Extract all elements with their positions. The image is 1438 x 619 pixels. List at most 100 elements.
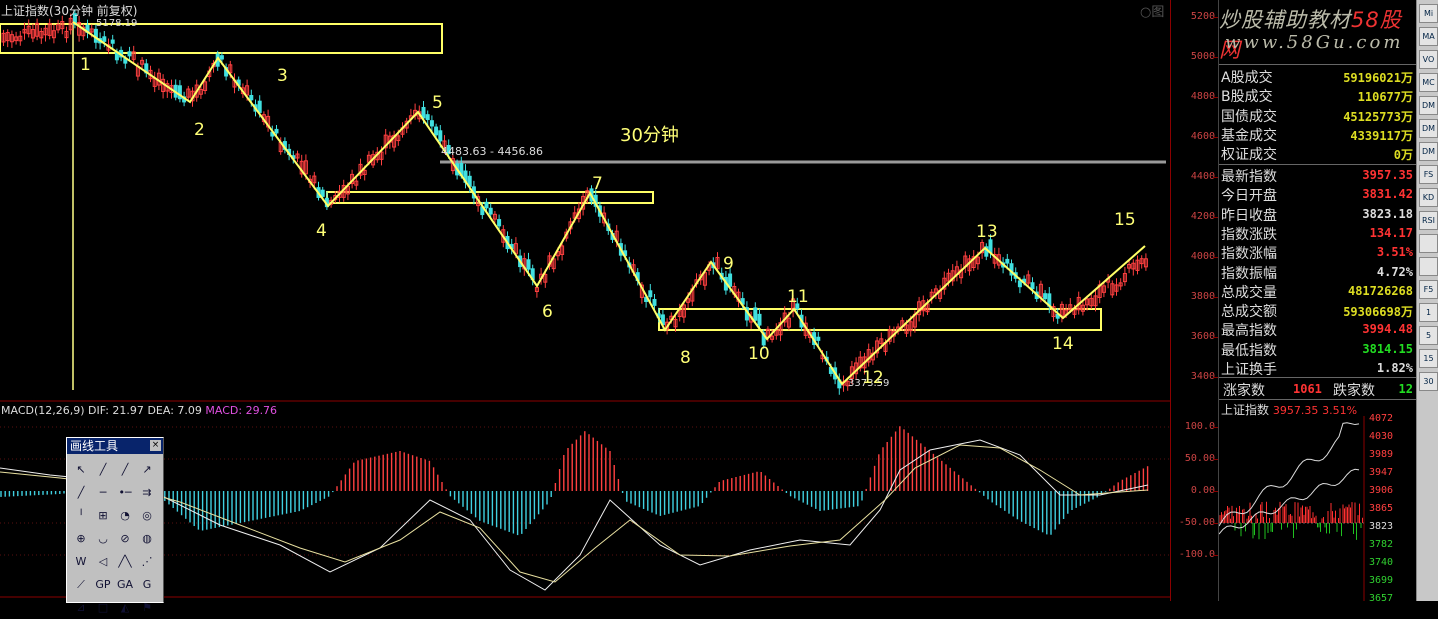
toolbar-button[interactable]: 1: [1419, 303, 1438, 322]
toolbar-button[interactable]: MC: [1419, 73, 1438, 92]
horizontal-line-icon[interactable]: ─: [92, 482, 114, 504]
kline-chart-area[interactable]: 上证指数(30分钟 前复权) ○图 5178.19 4483.63 - 4456…: [0, 0, 1170, 614]
chart-title: 上证指数(30分钟 前复权): [1, 4, 138, 18]
range-label: 4483.63 - 4456.86: [441, 145, 543, 158]
macd-dif: DIF: 21.97: [88, 404, 144, 417]
mini-axis-label: 3657: [1369, 593, 1394, 604]
wedge-icon[interactable]: ⊿: [70, 597, 92, 619]
fan-icon[interactable]: ⋰: [136, 551, 158, 573]
mini-axis-label: 4072: [1369, 413, 1394, 424]
decline-count: 12: [1398, 382, 1413, 396]
stat-label: 基金成交: [1221, 127, 1277, 144]
macd-dea: DEA: 7.09: [147, 404, 202, 417]
stat-row: 指数涨幅 3.51%: [1219, 243, 1417, 262]
toolbar-button[interactable]: [1419, 234, 1438, 253]
wave-label-2: 2: [194, 120, 205, 140]
stat-label: 最低指数: [1221, 342, 1277, 359]
gp-icon[interactable]: GP: [92, 574, 114, 596]
vertical-line-icon[interactable]: ╵: [70, 505, 92, 527]
toolbar-button[interactable]: 30: [1419, 372, 1438, 391]
stat-value: 3823.18: [1362, 206, 1413, 221]
stat-value: 134.17: [1369, 225, 1413, 240]
stat-label: 最高指数: [1221, 323, 1277, 340]
macd-name: MACD(12,26,9): [1, 404, 85, 417]
w-pattern-icon[interactable]: W: [70, 551, 92, 573]
macd-axis-label: 50.00: [1184, 453, 1215, 464]
mini-axis-label: 3906: [1369, 485, 1394, 496]
cycle-icon[interactable]: ◍: [136, 528, 158, 550]
wave-label-10: 10: [748, 344, 770, 364]
candle-body: [219, 55, 224, 60]
fibonacci-icon[interactable]: ⊞: [92, 505, 114, 527]
ray-icon[interactable]: ╱: [114, 459, 136, 481]
candle-body: [1030, 282, 1035, 290]
candle-body: [1005, 258, 1010, 264]
triangle-icon[interactable]: ⟋: [70, 574, 92, 596]
gc-icon[interactable]: G: [136, 574, 158, 596]
stat-value: 59306698万: [1343, 305, 1413, 320]
toolbar-button[interactable]: DM: [1419, 119, 1438, 138]
wave-icon[interactable]: ╱╲: [114, 551, 136, 573]
candle-body: [1017, 280, 1022, 288]
toolbar-button[interactable]: KD: [1419, 188, 1438, 207]
wave-label-3: 3: [277, 66, 288, 86]
mini-axis-label: 3989: [1369, 449, 1394, 460]
candle-body: [257, 100, 262, 113]
toolbar-button[interactable]: FS: [1419, 165, 1438, 184]
candle-body: [434, 126, 439, 136]
candle-body: [484, 201, 489, 209]
arrow-line-icon[interactable]: ↗: [136, 459, 158, 481]
parallel-icon[interactable]: ⇉: [136, 482, 158, 504]
draw-tools-title[interactable]: 画线工具: [67, 438, 163, 454]
text-icon[interactable]: ◎: [136, 505, 158, 527]
candle-body: [127, 51, 132, 57]
info-panel: 炒股辅助教材58股网 www.58Gu.com A股成交 59196021万 B股成…: [1218, 0, 1417, 604]
toolbar-button[interactable]: F5: [1419, 280, 1438, 299]
ga-icon[interactable]: GA: [114, 574, 136, 596]
stat-label: A股成交: [1221, 70, 1273, 86]
close-icon[interactable]: ×: [150, 440, 161, 451]
price-axis: 5200 5000 4800 4600 4400 4200 4000 3800 3600 3400…: [1170, 0, 1219, 601]
toolbar-button[interactable]: Mi: [1419, 4, 1438, 23]
candle-body: [652, 298, 657, 306]
macd-histogram: [0, 426, 1149, 536]
stat-value: 3831.42: [1362, 187, 1413, 202]
toolbar-button[interactable]: MA: [1419, 27, 1438, 46]
line-icon[interactable]: ╱: [92, 459, 114, 481]
toolbar-button[interactable]: 15: [1419, 349, 1438, 368]
spiral-icon[interactable]: ⊕: [70, 528, 92, 550]
toolbar-button[interactable]: DM: [1419, 142, 1438, 161]
square-icon[interactable]: □: [92, 597, 114, 619]
bracket-icon[interactable]: ◁: [92, 551, 114, 573]
mini-axis-label: 3947: [1369, 467, 1394, 478]
price-axis-label: 4800: [1190, 91, 1215, 102]
toolbar-button[interactable]: 5: [1419, 326, 1438, 345]
segment-icon[interactable]: ╱: [70, 482, 92, 504]
macd-value: MACD: 29.76: [205, 404, 278, 417]
flag-icon[interactable]: ⚑: [136, 597, 158, 619]
draw-tools-window[interactable]: 画线工具 × ↖ ╱ ╱ ↗╱ ─ •─ ⇉╵ ⊞ ◔ ◎⊕ ◡ ⊘ ◍W ◁ ╱╲ ⋰⟋ GP GA G⊿ □ ◭ ⚑: [66, 437, 164, 614]
arc-icon[interactable]: ◡: [92, 528, 114, 550]
price-axis-label: 5200: [1190, 11, 1215, 22]
wave-label-1: 1: [80, 55, 91, 75]
stat-row: 今日开盘 3831.42: [1219, 185, 1417, 204]
stat-label: 今日开盘: [1221, 188, 1277, 205]
mini-axis-label: 3782: [1369, 539, 1394, 550]
toolbar-button[interactable]: VO: [1419, 50, 1438, 69]
chart-canvas[interactable]: [0, 0, 1170, 601]
stat-value: 59196021万: [1343, 71, 1413, 85]
toolbar-button[interactable]: [1419, 257, 1438, 276]
gann-icon[interactable]: ◔: [114, 505, 136, 527]
stat-label: 指数涨幅: [1221, 246, 1277, 263]
circle-icon[interactable]: ⊘: [114, 528, 136, 550]
toolbar-button[interactable]: RSI: [1419, 211, 1438, 230]
cursor-icon[interactable]: ↖: [70, 459, 92, 481]
wave-label-7: 7: [592, 174, 603, 194]
price-axis-label: 4600: [1190, 131, 1215, 142]
price-line-icon[interactable]: •─: [114, 482, 136, 504]
mini-axis-label: 4030: [1369, 431, 1394, 442]
toolbar-button[interactable]: DM: [1419, 96, 1438, 115]
stat-label: B股成交: [1221, 89, 1273, 106]
polygon-icon[interactable]: ◭: [114, 597, 136, 619]
stat-value: 3.51%: [1376, 245, 1413, 260]
